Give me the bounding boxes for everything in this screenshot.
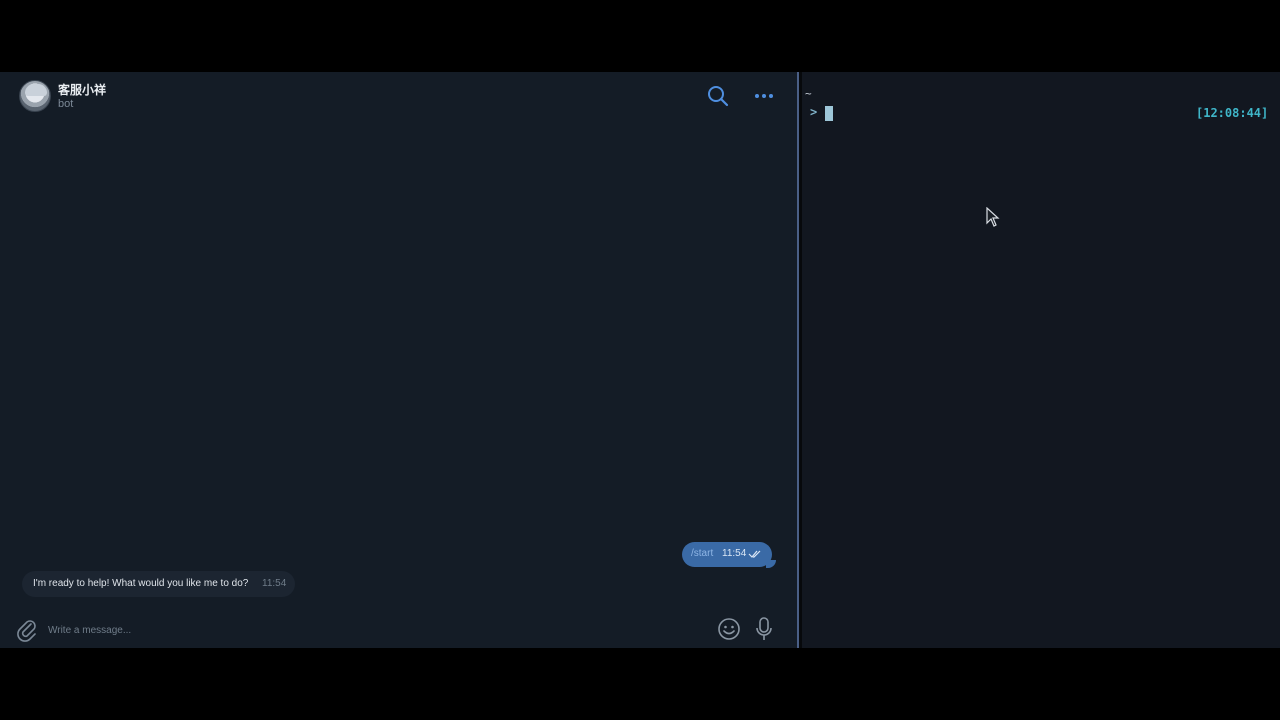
search-icon[interactable] (706, 84, 730, 108)
incoming-message[interactable]: I'm ready to help! What would you like m… (22, 571, 295, 597)
paperclip-icon[interactable] (16, 618, 38, 642)
chat-window: 客服小祥 bot /start 11:54 I'm ready to help!… (0, 72, 797, 648)
emoji-icon[interactable] (717, 617, 741, 641)
outgoing-message-text: /start (691, 548, 714, 559)
incoming-message-time: 11:54 (262, 578, 287, 589)
incoming-message-text: I'm ready to help! What would you like m… (33, 578, 249, 589)
terminal-prompt: > (810, 105, 818, 119)
chat-title[interactable]: 客服小祥 (58, 81, 106, 98)
bot-avatar[interactable] (19, 80, 51, 112)
terminal-cwd: ~ (805, 87, 812, 100)
microphone-icon[interactable] (754, 616, 774, 642)
terminal-cursor (825, 106, 833, 121)
message-composer (0, 612, 797, 648)
outgoing-message[interactable]: /start 11:54 (682, 542, 772, 567)
avatar-image (25, 84, 47, 96)
mouse-pointer-icon (986, 207, 1000, 227)
outgoing-message-time: 11:54 (722, 548, 747, 559)
message-input[interactable] (48, 621, 648, 639)
terminal-pane[interactable]: ~ > [12:08:44] (802, 72, 1280, 648)
more-icon[interactable] (752, 84, 776, 108)
chat-header: 客服小祥 bot (0, 72, 797, 120)
terminal-clock: [12:08:44] (1196, 106, 1269, 120)
letterbox-top (0, 0, 1280, 72)
double-check-icon (748, 550, 761, 558)
chat-subtitle: bot (58, 98, 74, 110)
letterbox-bottom (0, 648, 1280, 720)
